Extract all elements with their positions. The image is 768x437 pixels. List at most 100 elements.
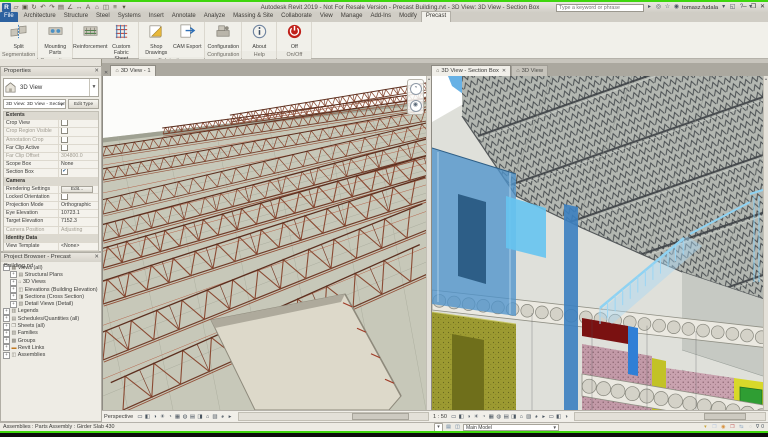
expand-icon[interactable]: + (10, 300, 17, 308)
property-value[interactable]: 10723.1 (59, 210, 98, 217)
tree-item-sheets-all-[interactable]: + ❒ Sheets (all) (3, 322, 101, 330)
view-tab-3d-view[interactable]: ⌂ 3D View (511, 65, 549, 76)
expand-icon[interactable]: + (3, 307, 10, 315)
property-value[interactable] (59, 128, 98, 135)
project-browser-header[interactable]: Project Browser - Precast Building.rvt ✕ (1, 253, 101, 269)
custom-fabric-sheet-button[interactable]: Custom Fabric Sheet (106, 23, 136, 62)
ribbon-tab-massing-site[interactable]: Massing & Site (229, 12, 277, 22)
tree-item-detail-views-detail-[interactable]: + ▧ Detail Views (Detail) (3, 300, 101, 308)
view-control-icon[interactable]: ▤ (189, 413, 197, 421)
selection-filter-icon[interactable]: ∇ (756, 424, 759, 430)
view-control-icon[interactable]: ◧ (144, 413, 152, 421)
view-control-icon[interactable]: ◑ (465, 413, 473, 421)
redo-icon[interactable]: ↷ (48, 3, 56, 12)
design-options-icon[interactable]: ◫ (454, 424, 461, 431)
aligned-dimension-icon[interactable]: ↔ (75, 3, 83, 12)
edit-button[interactable]: Edit... (61, 185, 93, 193)
checkbox-checked[interactable]: ✔ (61, 169, 68, 176)
workset-status-icon[interactable]: ▾ (702, 424, 709, 431)
checkbox[interactable] (61, 120, 68, 127)
restore-icon[interactable]: ❐ (750, 3, 757, 12)
expand-icon[interactable]: + (10, 278, 17, 286)
view-control-icon[interactable]: ◧ (555, 413, 563, 421)
view-control-icon[interactable]: ▭ (548, 413, 556, 421)
property-value[interactable]: Orthographic (59, 202, 98, 209)
view-control-icon[interactable]: ◍ (495, 413, 503, 421)
cam-export-button[interactable]: CAM Export (172, 23, 202, 51)
properties-header[interactable]: Properties ✕ (1, 67, 101, 76)
user-menu[interactable]: tomasz.fudala (682, 5, 718, 11)
view-control-icon[interactable]: ◑ (563, 413, 571, 421)
view-control-icon[interactable]: ▭ (136, 413, 144, 421)
view-control-icon[interactable]: ⌂ (518, 413, 526, 421)
view-control-icon[interactable]: ◔ (480, 413, 488, 421)
save-icon[interactable]: ▣ (21, 3, 29, 12)
search-go-icon[interactable]: ▸ (646, 3, 653, 12)
configuration-button[interactable]: Configuration (208, 23, 239, 51)
view-control-icon[interactable]: ◍ (181, 413, 189, 421)
horizontal-scrollbar[interactable] (237, 412, 429, 421)
section-icon[interactable]: ◫ (102, 3, 110, 12)
expand-icon[interactable]: + (10, 293, 17, 301)
background-process-icon[interactable]: ○ (747, 424, 754, 431)
edit-type-button[interactable]: Edit Type (68, 99, 99, 109)
view-control-icon[interactable]: ▦ (488, 413, 496, 421)
ribbon-tab-annotate[interactable]: Annotate (168, 12, 200, 22)
expand-icon[interactable]: + (10, 286, 17, 294)
help-search-box[interactable] (556, 3, 647, 12)
steering-wheel-icon[interactable]: ◔ (409, 82, 422, 95)
text-icon[interactable]: A (84, 3, 92, 12)
editable-only-icon[interactable]: ❐ (711, 424, 718, 431)
view-control-icon[interactable]: ◧ (458, 413, 466, 421)
drawing-area-left[interactable]: ◔ ◉ ▴ (102, 76, 431, 410)
ribbon-tab-insert[interactable]: Insert (145, 12, 168, 22)
vertical-scrollbar[interactable]: ▴ (763, 76, 768, 410)
chevron-down-icon[interactable]: ▼ (60, 100, 64, 108)
close-icon[interactable]: ✕ (94, 67, 99, 76)
measure-icon[interactable]: ∠ (66, 3, 74, 12)
property-group-identity-data[interactable]: Identity Data (4, 234, 98, 243)
view-control-icon[interactable]: ◔ (166, 413, 174, 421)
ribbon-tab-systems[interactable]: Systems (114, 12, 145, 22)
worksharing-display-icon[interactable]: ▤ (445, 424, 452, 431)
property-group-extents[interactable]: Extents (4, 112, 98, 121)
print-icon[interactable]: ▤ (57, 3, 65, 12)
sync-icon[interactable]: ↻ (30, 3, 38, 12)
qat-customize-icon[interactable]: ▾ (120, 3, 128, 12)
tree-item-assemblies[interactable]: + ◫ Assemblies (3, 351, 101, 359)
close-icon[interactable]: ✕ (759, 3, 766, 12)
view-control-icon[interactable]: ◨ (510, 413, 518, 421)
view-control-icon[interactable]: ◕ (219, 413, 227, 421)
ribbon-tab-view[interactable]: View (316, 12, 337, 22)
property-value[interactable] (59, 136, 98, 144)
ribbon-tab-manage[interactable]: Manage (337, 12, 367, 22)
expand-icon[interactable]: + (3, 329, 10, 337)
property-value[interactable]: ✔ (59, 169, 98, 176)
user-dropdown-icon[interactable]: ▾ (720, 3, 727, 12)
reinforcement-button[interactable]: Reinforcement (73, 23, 108, 51)
view-tab-3d-view-1[interactable]: ⌂ 3D View - 1 (110, 65, 156, 76)
close-tab-icon[interactable]: ✕ (502, 66, 506, 77)
view-control-icon[interactable]: ▧ (525, 413, 533, 421)
thin-lines-icon[interactable]: ≡ (111, 3, 119, 12)
ribbon-tab-modify[interactable]: Modify (395, 12, 421, 22)
favorites-icon[interactable]: ☆ (664, 3, 671, 12)
expand-icon[interactable]: + (3, 344, 10, 352)
property-value[interactable] (59, 193, 98, 201)
navigation-bar[interactable]: ◔ ◉ (407, 79, 424, 115)
ribbon-tab-steel[interactable]: Steel (92, 12, 114, 22)
view-control-icon[interactable]: ▸ (540, 413, 548, 421)
property-value[interactable]: <None> (59, 243, 98, 250)
search-input[interactable] (557, 4, 647, 11)
property-value[interactable]: None (59, 161, 98, 168)
property-value[interactable] (59, 120, 98, 127)
default-3d-view-icon[interactable]: ⌂ (93, 3, 101, 12)
tree-item-groups[interactable]: + ▩ Groups (3, 337, 101, 345)
view-control-icon[interactable]: ▤ (503, 413, 511, 421)
view-control-icon[interactable]: ▧ (211, 413, 219, 421)
ribbon-tab-collaborate[interactable]: Collaborate (277, 12, 316, 22)
ribbon-tab-file[interactable]: File (0, 12, 18, 22)
property-value[interactable]: Edit... (59, 185, 98, 193)
tree-item-revit-links[interactable]: + ▬ Revit Links (3, 344, 101, 352)
ribbon-tab-analyze[interactable]: Analyze (200, 12, 229, 22)
